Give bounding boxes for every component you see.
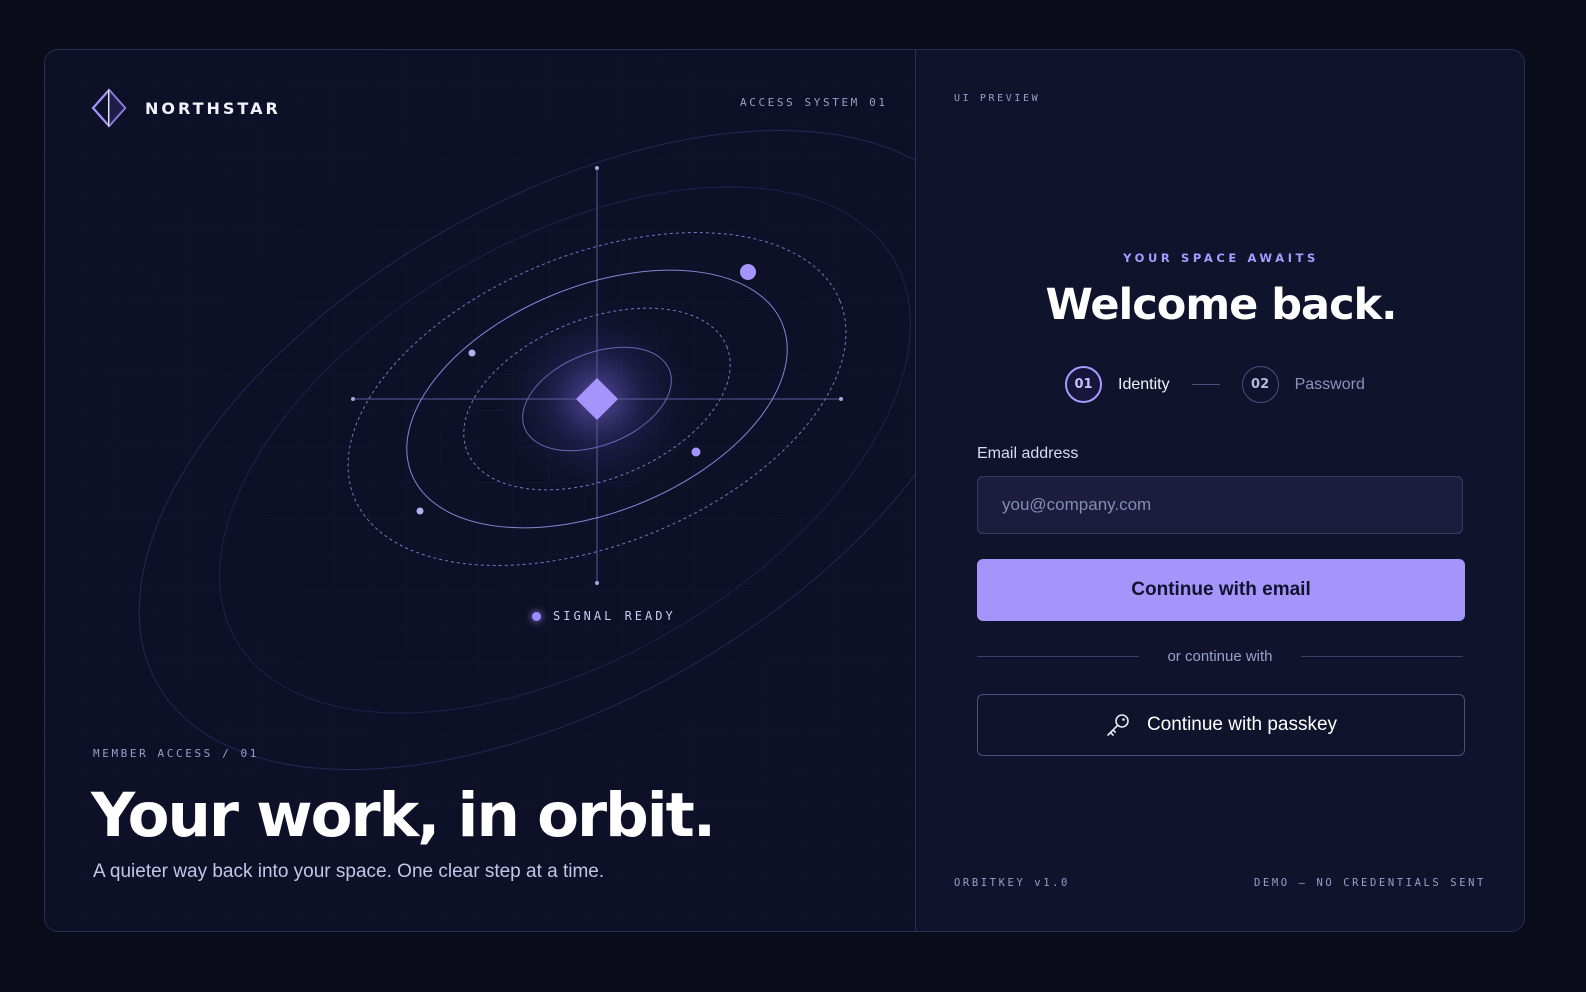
step-1-number: 01 xyxy=(1065,366,1102,403)
continue-passkey-button[interactable]: Continue with passkey xyxy=(977,694,1465,756)
signal-status: SIGNAL READY xyxy=(532,609,676,623)
step-1-label: Identity xyxy=(1118,375,1170,393)
hero-subtext: A quieter way back into your space. One … xyxy=(93,861,605,882)
divider: or continue with xyxy=(977,648,1463,665)
step-2-number: 02 xyxy=(1241,366,1279,403)
hero-headline: Your work, in orbit. xyxy=(91,780,716,851)
brand-name: NORTHSTAR xyxy=(145,98,281,118)
diamond-outline-icon xyxy=(91,88,127,128)
email-label: Email address xyxy=(977,445,1079,462)
status-dot-icon xyxy=(532,611,541,621)
signal-label: SIGNAL READY xyxy=(553,609,676,623)
continue-email-button[interactable]: Continue with email xyxy=(977,559,1465,621)
divider-text: or continue with xyxy=(1167,648,1273,665)
version-label: ORBITKEY v1.0 xyxy=(954,877,1070,889)
login-panel: UI PREVIEW YOUR SPACE AWAITS Welcome bac… xyxy=(916,50,1524,931)
ui-preview-label: UI PREVIEW xyxy=(954,93,1041,104)
step-connector xyxy=(1191,384,1220,385)
divider-line-right xyxy=(1300,656,1463,657)
step-indicator: 01 Identity 02 Password xyxy=(1065,366,1365,403)
email-input[interactable] xyxy=(977,476,1463,534)
brand[interactable]: NORTHSTAR xyxy=(91,88,281,128)
page-title: Welcome back. xyxy=(1045,280,1398,330)
member-access-eyebrow: MEMBER ACCESS / 01 xyxy=(93,747,260,760)
access-system-label: ACCESS SYSTEM 01 xyxy=(740,96,888,109)
hero-panel: NORTHSTAR ACCESS SYSTEM 01 SIGNAL READY … xyxy=(45,50,916,931)
demo-notice: DEMO — NO CREDENTIALS SENT xyxy=(1254,877,1486,889)
welcome-eyebrow: YOUR SPACE AWAITS xyxy=(1123,251,1319,265)
passkey-button-label: Continue with passkey xyxy=(1146,714,1338,735)
step-2-label: Password xyxy=(1294,375,1365,393)
divider-line-left xyxy=(977,656,1140,657)
login-frame: NORTHSTAR ACCESS SYSTEM 01 SIGNAL READY … xyxy=(44,49,1525,932)
key-icon xyxy=(1107,714,1129,736)
